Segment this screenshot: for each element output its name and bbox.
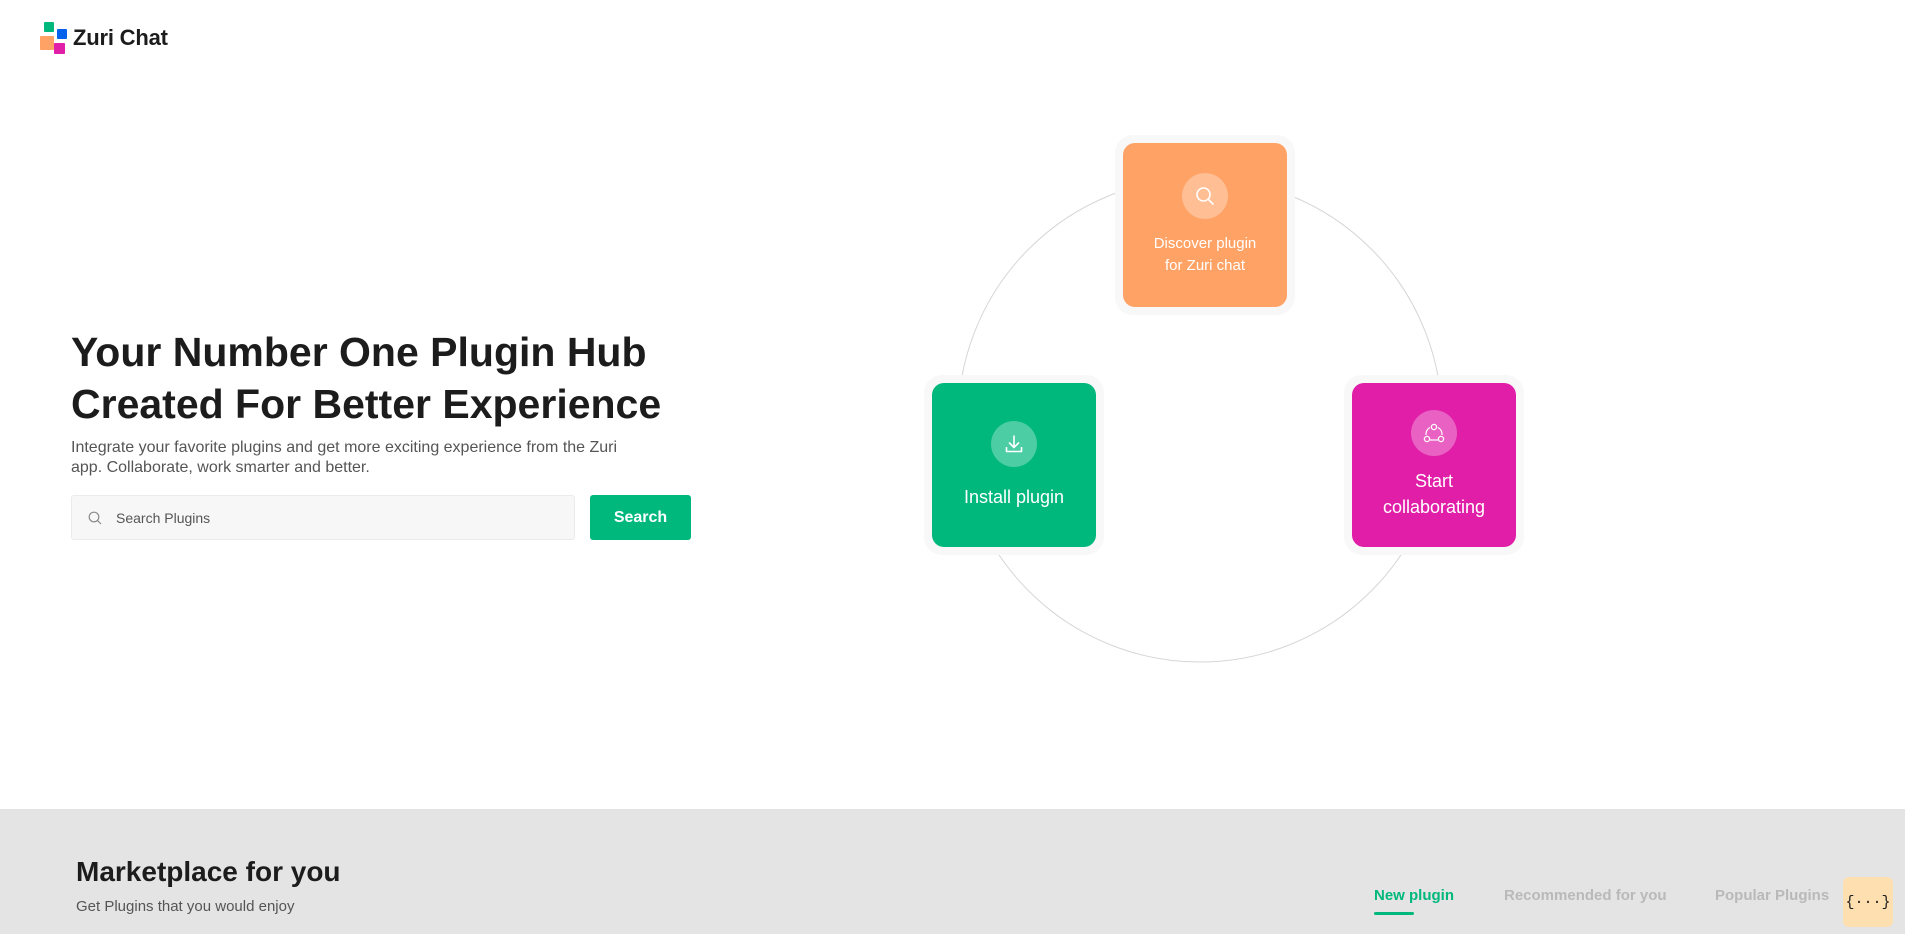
- hero-title: Your Number One Plugin Hub Created For B…: [71, 329, 662, 427]
- tab-label: Recommended for you: [1504, 887, 1667, 904]
- collaboration-icon: [1411, 410, 1457, 456]
- search-icon: [1182, 173, 1228, 219]
- marketplace-section: Marketplace for you Get Plugins that you…: [0, 809, 1905, 934]
- discover-card: Discover plugin for Zuri chat: [1123, 143, 1287, 307]
- active-tab-indicator: [1374, 912, 1414, 915]
- download-icon: [991, 421, 1037, 467]
- marketplace-title: Marketplace for you: [76, 856, 341, 887]
- code-braces-button[interactable]: {···}: [1843, 877, 1893, 927]
- tab-label: New plugin: [1374, 887, 1454, 904]
- marketplace-subtitle: Get Plugins that you would enjoy: [76, 898, 295, 915]
- step-discover: Discover plugin for Zuri chat: [1115, 135, 1295, 315]
- tab-new-plugin[interactable]: New plugin: [1374, 887, 1454, 915]
- step-install: Install plugin: [924, 375, 1104, 555]
- tab-label: Popular Plugins: [1715, 887, 1830, 904]
- search-button[interactable]: Search: [590, 495, 691, 540]
- install-card: Install plugin: [932, 383, 1096, 547]
- logo[interactable]: Zuri Chat: [40, 22, 168, 54]
- discover-label: Discover plugin for Zuri chat: [1153, 235, 1257, 274]
- brand-name: Zuri Chat: [73, 25, 168, 50]
- zuri-logo-icon: [40, 22, 69, 54]
- page: Zuri Chat Your Number One Plugin Hub Cre…: [0, 0, 1905, 934]
- search-input[interactable]: [116, 509, 536, 526]
- collaborate-label: Start collaborating: [1382, 471, 1486, 517]
- search-icon: [88, 511, 102, 524]
- search-bar: [71, 495, 575, 540]
- hero-subtitle: Integrate your favorite plugins and get …: [71, 439, 618, 476]
- step-collaborate: Start collaborating: [1344, 375, 1524, 555]
- collaborate-card: Start collaborating: [1352, 383, 1516, 547]
- install-label: Install plugin: [963, 487, 1065, 507]
- tab-popular[interactable]: Popular Plugins: [1715, 887, 1829, 904]
- tab-recommended[interactable]: Recommended for you: [1504, 887, 1667, 904]
- plugin-steps-diagram: Discover plugin for Zuri chat Install pl…: [920, 130, 1524, 690]
